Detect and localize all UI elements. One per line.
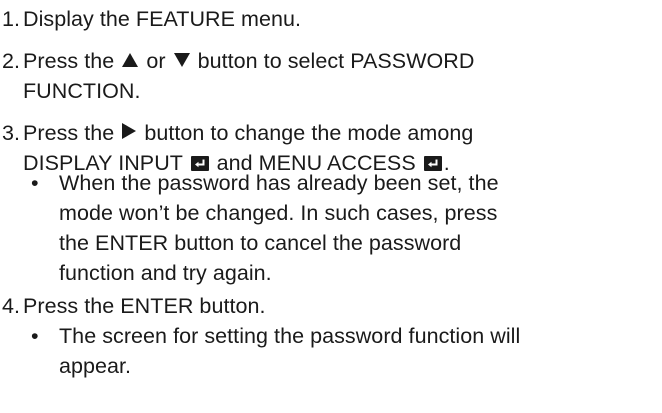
down-triangle-icon (173, 53, 190, 67)
step-4: 4. Press the ENTER button. (0, 291, 662, 321)
bullet-line: mode won’t be changed. In such cases, pr… (59, 201, 498, 225)
step-text: Press the ENTER button. (23, 294, 266, 318)
right-triangle-icon (122, 123, 137, 139)
step-text: button to select PASSWORD (191, 49, 475, 73)
bullet-line: The screen for setting the password func… (59, 324, 521, 348)
bullet-dot: • (31, 324, 39, 348)
bullet-line: the ENTER button to cancel the password (59, 231, 462, 255)
instruction-document: 1. Display the FEATURE menu. 2. Press th… (0, 0, 662, 413)
step-line: Press the or button to select PASSWORD (23, 46, 662, 76)
step-2: 2. Press the or button to select PASSWOR… (0, 46, 662, 106)
bullet-line: function and try again. (59, 261, 272, 285)
step-line: Press the button to change the mode amon… (23, 118, 662, 148)
step-text: Press the (23, 49, 121, 73)
step-text: Display the FEATURE menu. (23, 7, 302, 31)
step-text: button to change the mode among (138, 121, 474, 145)
step-number: 3. (2, 121, 21, 145)
bullet-line: appear. (59, 354, 132, 378)
up-triangle-icon (122, 53, 139, 67)
step-text: or (140, 49, 172, 73)
step-number: 1. (2, 7, 21, 31)
bullet-line: When the password has already been set, … (59, 171, 499, 195)
step-3-bullet: • When the password has already been set… (0, 168, 662, 288)
step-text: FUNCTION. (23, 79, 141, 103)
step-1: 1. Display the FEATURE menu. (0, 4, 662, 34)
step-text: Press the (23, 121, 121, 145)
step-4-bullet: • The screen for setting the password fu… (0, 321, 662, 381)
bullet-dot: • (31, 171, 39, 195)
step-number: 4. (2, 294, 21, 318)
step-line: FUNCTION. (23, 76, 662, 106)
step-number: 2. (2, 49, 21, 73)
